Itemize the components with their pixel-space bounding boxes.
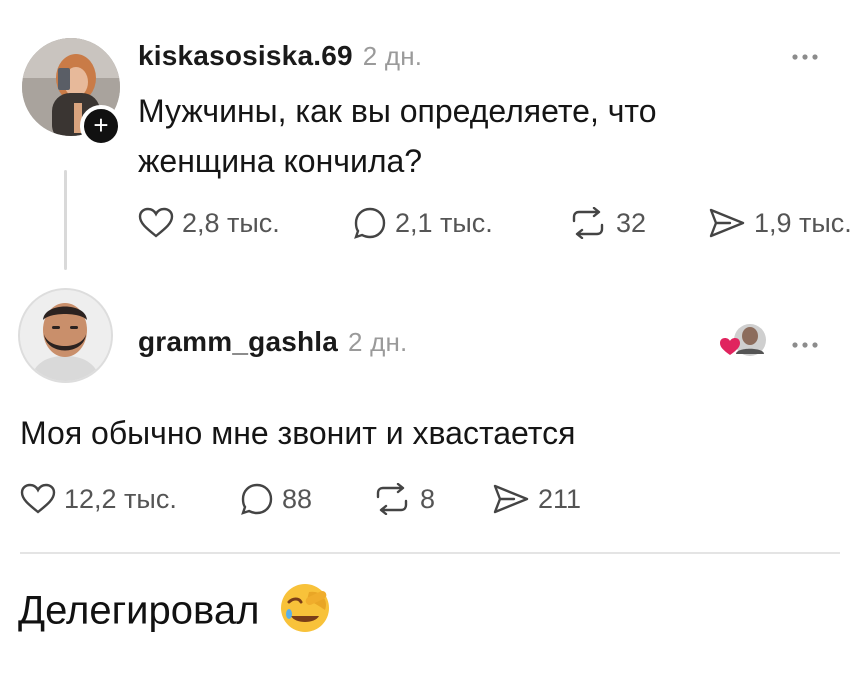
- post1-actions: 2,8 тыс. 2,1 тыс. 32 1,9 тыс.: [138, 206, 852, 240]
- post2-text: Моя обычно мне звонит и хвастается: [20, 415, 576, 451]
- repost-icon: [376, 483, 408, 515]
- heart-icon: [20, 483, 56, 514]
- more-dots-icon: [792, 54, 818, 60]
- post2-more-button[interactable]: [790, 326, 820, 357]
- comment-bubble-icon: [354, 207, 386, 239]
- post2-reposts-count: 8: [420, 483, 436, 514]
- send-icon: [493, 484, 529, 514]
- post2-shares-count: 211: [538, 483, 582, 514]
- avatar-photo-icon: [20, 290, 111, 381]
- screenshot-frame: + kiskasosiska.69 2 дн. Мужчины, как вы о…: [0, 0, 860, 673]
- face-palm-laughing-icon: [279, 582, 331, 644]
- post1-likes-count: 2,8 тыс.: [182, 207, 280, 238]
- send-icon: [709, 208, 745, 238]
- post1-like-button[interactable]: 2,8 тыс.: [138, 207, 353, 239]
- post1-time: 2 дн.: [362, 41, 423, 71]
- post1-shares-count: 1,9 тыс.: [754, 207, 852, 238]
- post2-time: 2 дн.: [348, 327, 408, 357]
- author-liked-badge: [718, 320, 774, 365]
- post2-repost-button[interactable]: 8: [372, 483, 492, 515]
- post1-text-line2: женщина кончила?: [138, 143, 423, 179]
- author-liked-heart-icon: [720, 324, 766, 356]
- post2-comments-count: 88: [282, 483, 313, 514]
- thread-connector-line: [64, 170, 67, 270]
- post1-username[interactable]: kiskasosiska.69: [138, 40, 353, 71]
- post1-more-button[interactable]: [790, 38, 820, 69]
- avatar-gramm-gashla[interactable]: [18, 288, 113, 383]
- post2-username[interactable]: gramm_gashla: [138, 326, 338, 357]
- heart-icon: [138, 207, 174, 238]
- post2-likes-count: 12,2 тыс.: [64, 483, 177, 514]
- caption-text: Делегировал: [18, 588, 260, 633]
- post1-repost-button[interactable]: 32: [568, 207, 708, 239]
- post1-text-line1: Мужчины, как вы определяете, что: [138, 93, 657, 129]
- comment-bubble-icon: [241, 483, 273, 515]
- post1-reposts-count: 32: [616, 207, 647, 238]
- divider: [20, 552, 840, 554]
- post2-actions: 12,2 тыс. 88 8 211: [20, 482, 581, 516]
- follow-plus-button[interactable]: +: [80, 105, 122, 147]
- repost-icon: [572, 207, 604, 239]
- post1-comments-count: 2,1 тыс.: [395, 207, 493, 238]
- post1-username-row: kiskasosiska.69 2 дн.: [138, 40, 422, 72]
- post2-comment-button[interactable]: 88: [240, 482, 372, 516]
- more-dots-icon: [792, 342, 818, 348]
- post1-comment-button[interactable]: 2,1 тыс.: [353, 206, 568, 240]
- caption: Делегировал: [18, 582, 331, 644]
- post1-share-button[interactable]: 1,9 тыс.: [708, 207, 852, 239]
- post2-username-row: gramm_gashla 2 дн.: [138, 326, 407, 358]
- post1-text: Мужчины, как вы определяете, что женщина…: [138, 86, 657, 186]
- post2-share-button[interactable]: 211: [492, 483, 581, 515]
- post2-like-button[interactable]: 12,2 тыс.: [20, 483, 240, 515]
